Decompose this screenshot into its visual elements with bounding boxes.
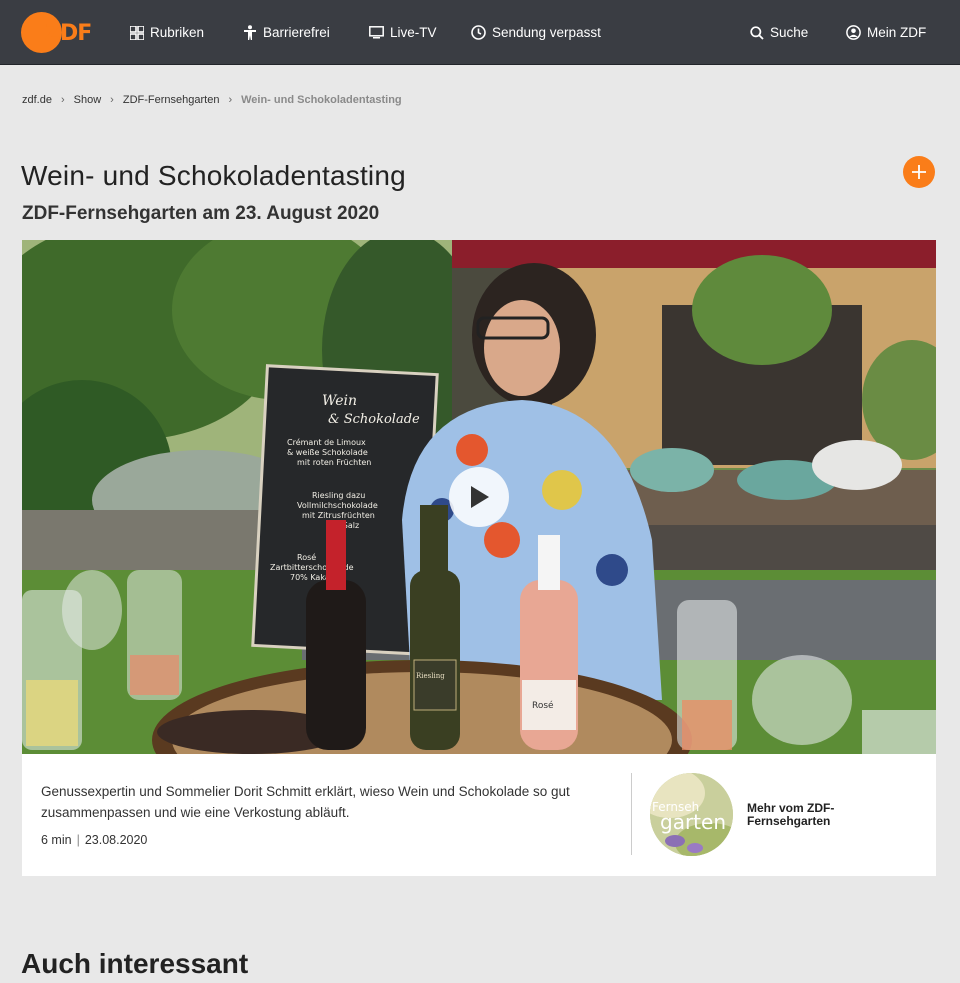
play-icon	[471, 486, 489, 508]
board-line-1: Crémant de Limoux	[287, 437, 366, 447]
bottle-riesling-label: Riesling	[416, 672, 445, 680]
board-title-1: Wein	[322, 393, 357, 409]
play-button[interactable]	[449, 467, 509, 527]
chevron-right-icon: ›	[228, 94, 233, 106]
tv-icon	[369, 26, 384, 39]
video-duration: 6 min	[41, 833, 72, 847]
user-icon	[846, 25, 861, 40]
meta-separator: |	[76, 833, 80, 847]
divider	[631, 773, 632, 855]
chevron-right-icon: ›	[110, 94, 114, 106]
more-from-program-link[interactable]: Fernseh garten Mehr vom ZDF-Fernsehgarte…	[650, 773, 857, 856]
breadcrumb-show[interactable]: Show	[74, 94, 102, 106]
clock-icon	[471, 25, 486, 40]
plus-icon	[912, 165, 926, 179]
bottle-rose-label: Rosé	[532, 700, 554, 711]
video-info-card: Genussexpertin und Sommelier Dorit Schmi…	[22, 754, 936, 876]
nav-suche[interactable]: Suche	[750, 0, 808, 65]
board-line-4: Riesling dazu	[312, 491, 365, 500]
nav-livetv[interactable]: Live-TV	[369, 0, 437, 65]
nav-mein-label: Mein ZDF	[867, 25, 927, 40]
thumb-text-2: garten	[660, 810, 726, 834]
search-icon	[750, 25, 764, 40]
video-player[interactable]: Wein & Schokolade Crémant de Limoux & we…	[22, 240, 936, 754]
breadcrumb: zdf.de › Show › ZDF-Fernsehgarten › Wein…	[22, 94, 402, 106]
breadcrumb-home[interactable]: zdf.de	[22, 94, 52, 106]
nav-rubriken-label: Rubriken	[150, 25, 205, 40]
nav-barrierefrei[interactable]: Barrierefrei	[243, 0, 330, 65]
nav-mein-zdf[interactable]: Mein ZDF	[846, 0, 926, 65]
video-description: Genussexpertin und Sommelier Dorit Schmi…	[41, 784, 570, 820]
accessibility-icon	[244, 24, 256, 40]
zdf-logo[interactable]: ZDF	[21, 12, 92, 54]
chevron-right-icon: ›	[60, 94, 65, 106]
board-line-8: Rosé	[297, 552, 316, 562]
nav-sendung-label: Sendung verpasst	[492, 25, 601, 40]
breadcrumb-current: Wein- und Schokoladentasting	[241, 94, 402, 106]
board-line-5: Vollmilchschokolade	[297, 501, 378, 510]
more-label: Mehr vom ZDF-Fernsehgarten	[747, 800, 835, 828]
video-date: 23.08.2020	[84, 833, 148, 847]
nav-livetv-label: Live-TV	[390, 25, 437, 40]
nav-rubriken[interactable]: Rubriken	[130, 0, 204, 65]
board-line-6: mit Zitrusfrüchten	[302, 511, 375, 520]
add-to-list-button[interactable]	[903, 156, 935, 188]
top-navigation: ZDF Rubriken Barrierefrei Live-TV Sendun…	[0, 0, 960, 65]
video-meta: 6 min | 23.08.2020	[41, 833, 147, 847]
nav-barrierefrei-label: Barrierefrei	[263, 25, 330, 40]
grid-icon	[130, 25, 144, 40]
page-subtitle: ZDF-Fernsehgarten am 23. August 2020	[22, 203, 380, 224]
board-line-3: mit roten Früchten	[297, 458, 371, 467]
section-title: Auch interessant	[21, 948, 249, 979]
nav-suche-label: Suche	[770, 25, 809, 40]
logo-text: ZDF	[45, 21, 92, 46]
breadcrumb-program[interactable]: ZDF-Fernsehgarten	[123, 94, 220, 106]
nav-sendung-verpasst[interactable]: Sendung verpasst	[471, 0, 601, 65]
board-line-2: & weiße Schokolade	[287, 448, 368, 457]
program-thumbnail: Fernseh garten	[650, 773, 733, 856]
board-title-2: & Schokolade	[328, 412, 420, 427]
page-title: Wein- und Schokoladentasting	[21, 160, 406, 191]
